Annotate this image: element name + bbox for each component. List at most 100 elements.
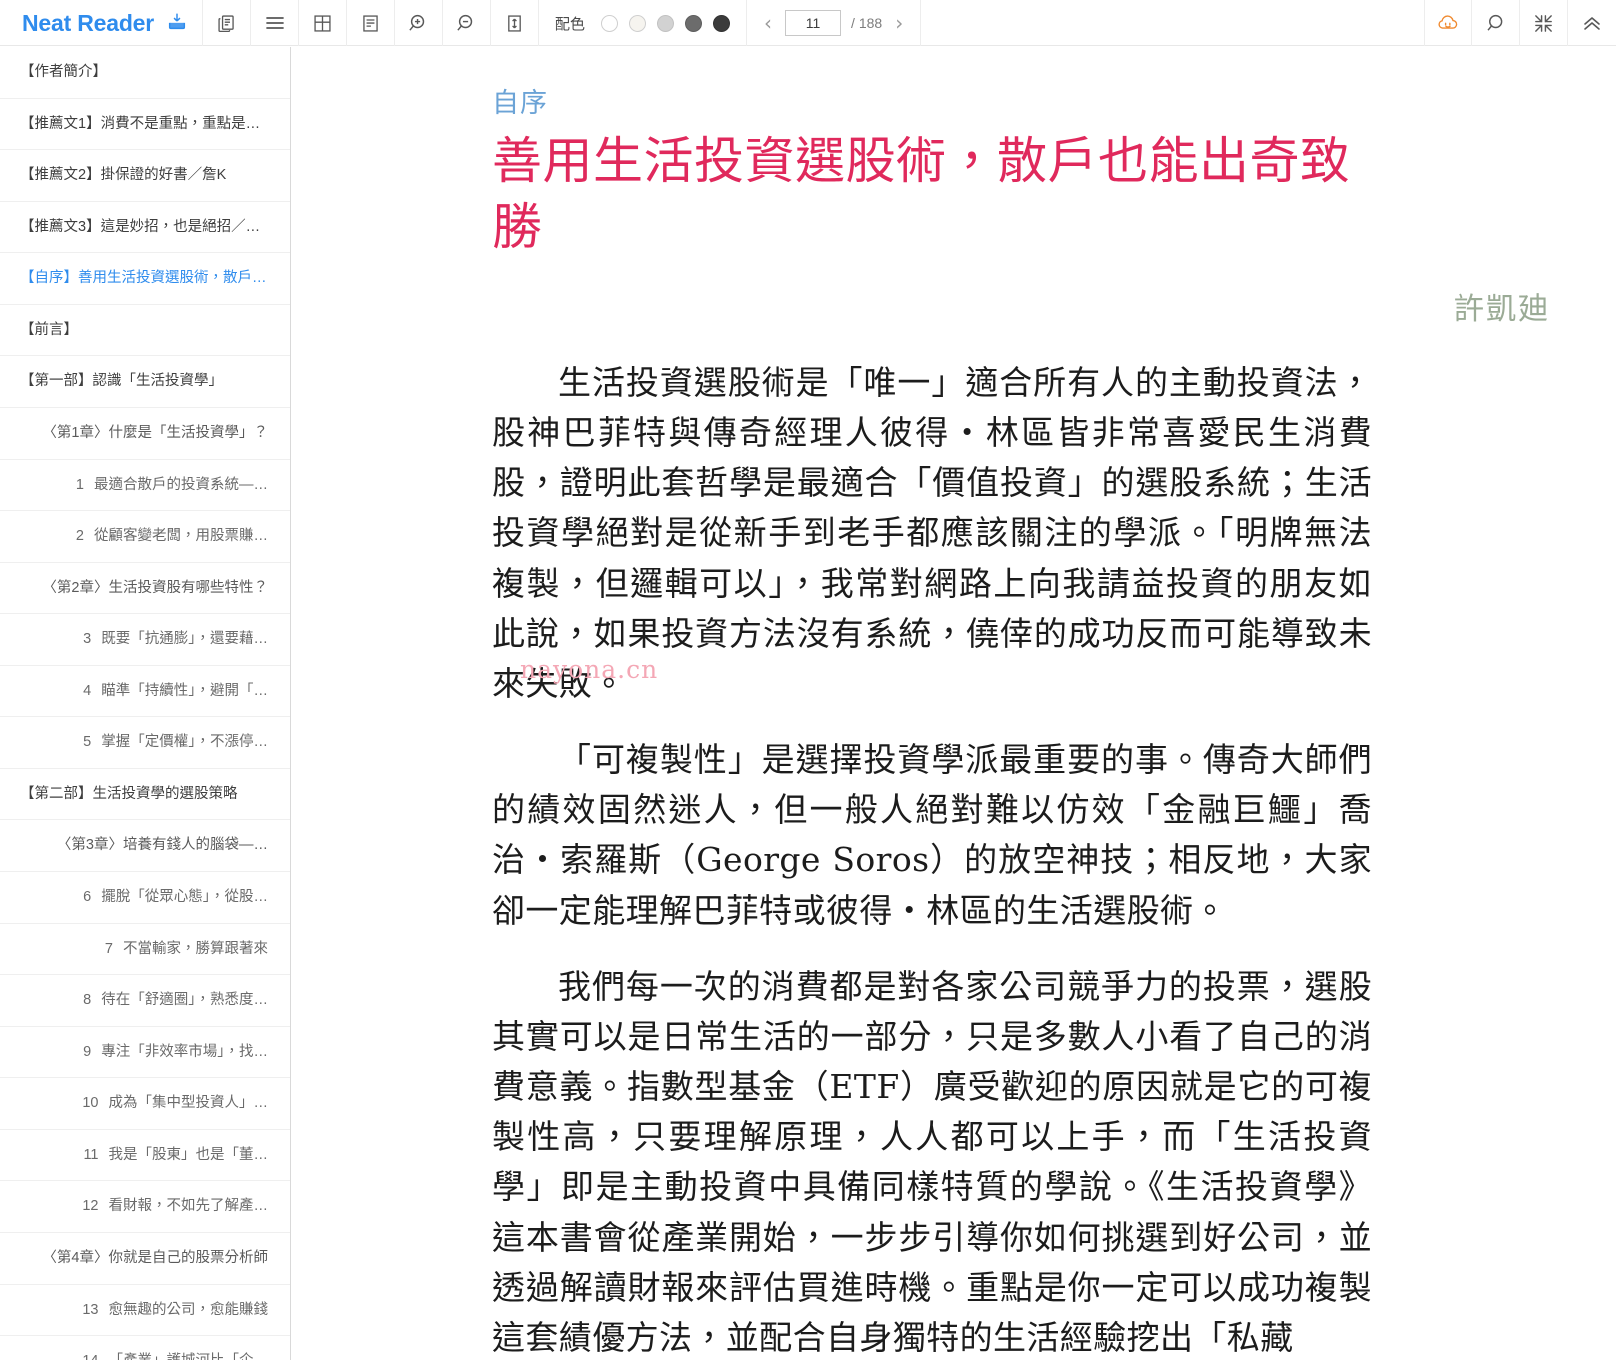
grid-layout-icon[interactable]: [299, 0, 348, 46]
next-page-button[interactable]: ›: [892, 13, 906, 33]
sidebar-item[interactable]: 【推薦文3】這是妙招，也是絕招／閱…: [0, 202, 290, 254]
sidebar-item-label: 【第二部】生活投資學的選股策略: [20, 785, 238, 802]
sidebar-item-number: 10: [82, 1095, 99, 1112]
sidebar-item-label: 〈第1章〉什麼是「生活投資學」？: [42, 424, 268, 441]
sidebar-item-label: 待在「舒適圈」，熟悉度…: [101, 992, 268, 1009]
save-to-library-icon[interactable]: [166, 10, 188, 37]
color-swatch-1[interactable]: [629, 14, 647, 32]
sidebar-item[interactable]: 7 不當輸家，勝算跟著來: [0, 924, 290, 976]
sidebar-item[interactable]: 10 成為「集中型投資人」…: [0, 1078, 290, 1130]
sidebar-item-number: 5: [83, 734, 92, 751]
sidebar-item[interactable]: 【推薦文1】消費不是重點，重點是要…: [0, 99, 290, 151]
sidebar-item-label: 愈無趣的公司，愈能賺錢: [108, 1301, 269, 1318]
brand-group: Neat Reader: [0, 0, 204, 46]
sidebar-item-label: 不當輸家，勝算跟著來: [123, 940, 268, 957]
sidebar-item[interactable]: 【第一部】認識「生活投資學」: [0, 356, 290, 408]
sidebar-item[interactable]: 13 愈無趣的公司，愈能賺錢: [0, 1285, 290, 1337]
sidebar-item-number: 9: [83, 1043, 92, 1060]
sidebar-item[interactable]: 〈第3章〉培養有錢人的腦袋—…: [0, 820, 290, 872]
zoom-in-icon[interactable]: [395, 0, 444, 46]
sidebar-item-label: 〈第3章〉培養有錢人的腦袋—…: [56, 837, 268, 854]
sidebar-item[interactable]: 〈第2章〉生活投資股有哪些特性？: [0, 563, 290, 615]
prev-page-button[interactable]: ‹: [761, 13, 775, 33]
author-byline: 許凱廸: [1454, 292, 1550, 327]
sidebar-item[interactable]: 2 從顧客變老闆，用股票賺…: [0, 511, 290, 563]
color-swatch-3[interactable]: [685, 14, 703, 32]
color-swatch-0[interactable]: [601, 14, 619, 32]
section-kicker: 自序: [492, 88, 548, 119]
sidebar-item[interactable]: 1 最適合散戶的投資系統—…: [0, 460, 290, 512]
sidebar-item-number: 7: [104, 940, 113, 957]
app-title: Neat Reader: [22, 9, 155, 36]
book-page: 自序 善用生活投資選股術，散戶也能出奇致勝 許凱廸 生活投資選股術是「唯一」適合…: [292, 47, 1616, 1360]
search-icon[interactable]: [1472, 0, 1520, 46]
sidebar-item[interactable]: 3 既要「抗通膨」，還要藉…: [0, 614, 290, 666]
sidebar-item-label: 【作者簡介】: [20, 64, 107, 80]
reader-pane[interactable]: 自序 善用生活投資選股術，散戶也能出奇致勝 許凱廸 生活投資選股術是「唯一」適合…: [292, 47, 1616, 1360]
sidebar-item-label: 【推薦文3】這是妙招，也是絕招／閱…: [20, 218, 275, 235]
zoom-out-icon[interactable]: [443, 0, 492, 46]
pager-group: ‹ / 188 ›: [747, 0, 922, 46]
sidebar-item-label: 成為「集中型投資人」…: [108, 1095, 269, 1112]
sidebar-item-label: 〈第4章〉你就是自己的股票分析師: [42, 1249, 268, 1266]
sidebar-item[interactable]: 【推薦文2】掛保證的好書／詹K: [0, 150, 290, 202]
sidebar-item[interactable]: 12 看財報，不如先了解產…: [0, 1181, 290, 1233]
sidebar-item-label: 專注「非效率市場」，找…: [101, 1043, 268, 1060]
collapse-icon[interactable]: [1520, 0, 1568, 46]
body-paragraph: 我們每一次的消費都是對各家公司競爭力的投票，選股其實可以是日常生活的一部分，只是…: [492, 966, 1372, 1357]
sidebar-item[interactable]: 8 待在「舒適圈」，熟悉度…: [0, 975, 290, 1027]
top-toolbar: Neat Reader 配色 ‹ 11 / 188 ›: [0, 0, 1616, 46]
table-of-contents-sidebar[interactable]: 【作者簡介】【推薦文1】消費不是重點，重點是要… 【推薦文2】掛保證的好書／詹K 【…: [0, 47, 291, 1360]
sidebar-item[interactable]: 5 掌握「定價權」，不漲停…: [0, 717, 290, 769]
sidebar-item-label: 瞄準「持續性」，避開「…: [101, 682, 268, 699]
page-title: 善用生活投資選股術，散戶也能出奇致勝: [492, 132, 1351, 256]
body-paragraph: 生活投資選股術是「唯一」適合所有人的主動投資法，股神巴菲特與傳奇經理人彼得・林區…: [492, 363, 1372, 703]
sidebar-item-label: 看財報，不如先了解產…: [108, 1198, 269, 1215]
sidebar-item[interactable]: 【自序】善用生活投資選股術，散戶也…: [0, 253, 290, 305]
color-swatch-2[interactable]: [657, 14, 675, 32]
sidebar-item-number: 6: [83, 889, 92, 905]
color-scheme-group: 配色: [539, 0, 748, 46]
sidebar-item-number: 11: [83, 1146, 99, 1163]
sidebar-item-label: 「產業」護城河比「企…: [109, 1353, 269, 1360]
sidebar-item[interactable]: 11 我是「股東」也是「董…: [0, 1130, 290, 1182]
sidebar-item[interactable]: 〈第1章〉什麼是「生活投資學」？: [0, 408, 290, 460]
hamburger-menu-icon[interactable]: [251, 0, 300, 46]
sidebar-item-label: 【第一部】認識「生活投資學」: [20, 373, 223, 390]
page-number-input[interactable]: [785, 10, 842, 36]
sidebar-item-number: 14: [82, 1353, 98, 1360]
body-paragraph: 「可複製性」是選擇投資學派最重要的事。傳奇大師們的績效固然迷人，但一般人絕對難以…: [492, 740, 1372, 930]
sidebar-item-label: 【前言】: [20, 321, 78, 338]
sidebar-item-label: 最適合散戶的投資系統—…: [94, 476, 268, 493]
cloud-sync-icon[interactable]: [1424, 0, 1472, 46]
sidebar-item-number: 3: [83, 631, 92, 648]
sidebar-item[interactable]: 〈第4章〉你就是自己的股票分析師: [0, 1233, 290, 1285]
double-chevron-up-icon[interactable]: [1568, 0, 1616, 46]
sidebar-item[interactable]: 6 擺脫「從眾心態」，從股…: [0, 872, 290, 924]
sidebar-item-number: 2: [75, 528, 84, 545]
color-swatch-4[interactable]: [713, 14, 731, 32]
page-total-label: / 188: [851, 15, 883, 31]
sidebar-item-label: 擺脫「從眾心態」，從股…: [101, 889, 268, 905]
toc-list: 【作者簡介】【推薦文1】消費不是重點，重點是要… 【推薦文2】掛保證的好書／詹K 【…: [0, 47, 290, 1360]
sidebar-item-number: 8: [83, 992, 92, 1009]
sidebar-item[interactable]: 14 「產業」護城河比「企…: [0, 1336, 290, 1360]
text-layout-icon[interactable]: [347, 0, 396, 46]
color-scheme-label: 配色: [555, 15, 586, 33]
sidebar-item-number: 13: [82, 1301, 99, 1318]
sidebar-item[interactable]: 4 瞄準「持續性」，避開「…: [0, 666, 290, 718]
sidebar-item-label: 從顧客變老闆，用股票賺…: [94, 528, 268, 545]
sidebar-item-number: 1: [75, 476, 84, 493]
sidebar-item-number: 12: [82, 1198, 99, 1215]
line-height-icon[interactable]: [491, 0, 540, 46]
sidebar-item[interactable]: 【作者簡介】: [0, 47, 290, 99]
sidebar-item[interactable]: 【前言】: [0, 305, 290, 357]
sidebar-item-label: 【推薦文1】消費不是重點，重點是要…: [20, 115, 275, 132]
sidebar-item-label: 【自序】善用生活投資選股術，散戶也…: [20, 270, 281, 287]
sidebar-item[interactable]: 9 專注「非效率市場」，找…: [0, 1027, 290, 1079]
sidebar-item-label: 我是「股東」也是「董…: [108, 1146, 269, 1163]
sidebar-item[interactable]: 【第二部】生活投資學的選股策略: [0, 769, 290, 821]
copy-button[interactable]: [203, 0, 252, 46]
sidebar-item-label: 掌握「定價權」，不漲停…: [101, 734, 268, 751]
